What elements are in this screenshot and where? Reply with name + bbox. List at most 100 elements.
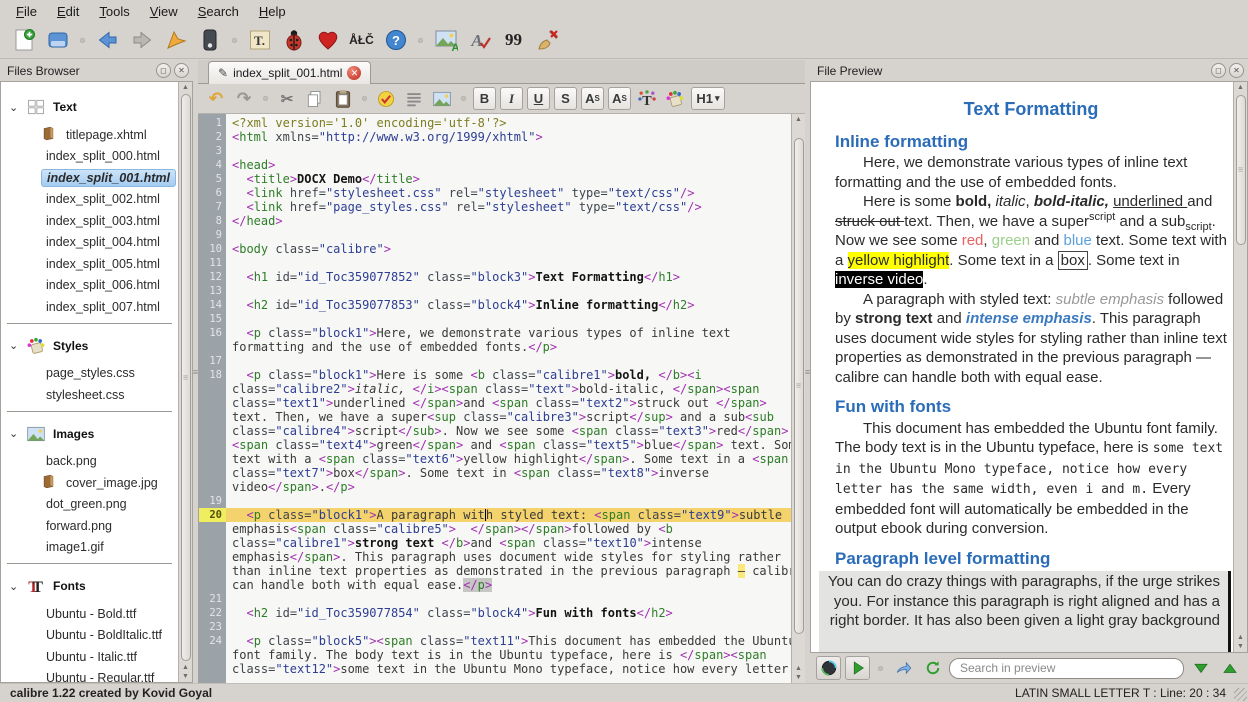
code-row[interactable]: 17 [199, 354, 791, 368]
auto-reload-icon[interactable] [816, 656, 841, 680]
redo-icon[interactable]: ↷ [231, 86, 257, 111]
code-line[interactable]: video</span>.</p> [226, 480, 791, 494]
code-row[interactable]: class="text1">underlined </span>and <spa… [199, 396, 791, 410]
file-item-index_split_006.html[interactable]: index_split_006.html [1, 275, 178, 297]
section-text[interactable]: ⌄Text [1, 90, 178, 124]
code-row[interactable]: <span class="text4">green</span> and <sp… [199, 438, 791, 452]
code-row[interactable]: 2<html xmlns="http://www.w3.org/1999/xht… [199, 130, 791, 144]
scroll-up-icon[interactable]: ▲ [1237, 83, 1244, 92]
smarten-punctuation-icon[interactable]: 99 [498, 25, 529, 56]
code-area[interactable]: 1<?xml version='1.0' encoding='utf-8'?>2… [199, 114, 791, 683]
section-styles[interactable]: ⌄Styles [1, 329, 178, 363]
menu-file[interactable]: File [6, 2, 47, 21]
find-previous-icon[interactable] [1217, 656, 1242, 680]
bold-button[interactable]: B [473, 87, 496, 110]
scroll-up-icon[interactable]: ▲ [1237, 633, 1244, 642]
code-line[interactable]: text. Then, we have a super<sup class="c… [226, 410, 791, 424]
code-line[interactable]: <h2 id="id_Toc359077854" class="block4">… [226, 606, 791, 620]
code-row[interactable]: text. Then, we have a super<sup class="c… [199, 410, 791, 424]
scroll-up-icon[interactable]: ▲ [795, 115, 802, 124]
code-line[interactable] [226, 256, 791, 270]
file-item-Ubuntu - BoldItalic.ttf[interactable]: Ubuntu - BoldItalic.ttf [1, 625, 178, 647]
code-line[interactable] [226, 620, 791, 634]
file-item-index_split_003.html[interactable]: index_split_003.html [1, 210, 178, 232]
code-line[interactable]: class="calibre1">strong text </b>and <sp… [226, 536, 791, 550]
files-scrollbar[interactable]: ▲ ▲ ▼ [178, 82, 192, 682]
code-row[interactable]: 11 [199, 256, 791, 270]
menu-search[interactable]: Search [188, 2, 249, 21]
code-row[interactable]: class="text12">some text in the Ubuntu M… [199, 662, 791, 676]
code-row[interactable]: 12 <h1 id="id_Toc359077852" class="block… [199, 270, 791, 284]
file-item-Ubuntu - Bold.ttf[interactable]: Ubuntu - Bold.ttf [1, 603, 178, 625]
tab-close-icon[interactable]: ✕ [347, 66, 361, 80]
code-line[interactable]: <link href="page_styles.css" rel="styles… [226, 200, 791, 214]
file-item-page_styles.css[interactable]: page_styles.css [1, 363, 178, 385]
code-row[interactable]: 7 <link href="page_styles.css" rel="styl… [199, 200, 791, 214]
heading-level-button[interactable]: H1▾ [691, 87, 725, 110]
code-line[interactable]: <p class="block5"><span class="text11">T… [226, 634, 791, 648]
code-line[interactable]: class="calibre2">italic, </i><span class… [226, 382, 791, 396]
code-line[interactable] [226, 494, 791, 508]
format-paragraph-icon[interactable] [401, 86, 427, 111]
code-line[interactable]: class="calibre4">script</sub>. Now we se… [226, 424, 791, 438]
close-panel-icon[interactable]: ✕ [1229, 63, 1244, 78]
code-row[interactable]: 21 [199, 592, 791, 606]
code-line[interactable]: class="text7">box</span>. Some text in <… [226, 466, 791, 480]
paste-icon[interactable] [330, 86, 356, 111]
code-line[interactable] [226, 144, 791, 158]
device-icon[interactable] [194, 25, 225, 56]
code-line[interactable]: <p class="block1">A paragraph with style… [226, 508, 791, 522]
superscript-button[interactable]: AS [608, 87, 631, 110]
view-image-icon[interactable]: A [430, 25, 461, 56]
code-line[interactable]: <?xml version='1.0' encoding='utf-8'?> [226, 116, 791, 130]
underline-button[interactable]: U [527, 87, 550, 110]
file-item-image1.gif[interactable]: image1.gif [1, 537, 178, 559]
file-item-back.png[interactable]: back.png [1, 451, 178, 473]
code-line[interactable]: class="text12">some text in the Ubuntu M… [226, 662, 791, 676]
scroll-thumb[interactable] [181, 94, 191, 661]
code-line[interactable]: can handle both with equal ease.</p> [226, 578, 791, 592]
menu-view[interactable]: View [140, 2, 188, 21]
file-item-forward.png[interactable]: forward.png [1, 515, 178, 537]
code-line[interactable]: class="text1">underlined </span>and <spa… [226, 396, 791, 410]
insert-image-icon[interactable] [429, 86, 455, 111]
code-row[interactable]: font family. The body text is in the Ubu… [199, 648, 791, 662]
code-line[interactable]: <p class="block1">Here, we demonstrate v… [226, 326, 791, 340]
code-line[interactable]: <h1 id="id_Toc359077852" class="block3">… [226, 270, 791, 284]
scroll-thumb[interactable] [794, 138, 804, 634]
code-line[interactable]: <body class="calibre"> [226, 242, 791, 256]
check-book-icon[interactable] [278, 25, 309, 56]
float-panel-icon[interactable]: ◻ [156, 63, 171, 78]
code-row[interactable]: 10<body class="calibre"> [199, 242, 791, 256]
code-row[interactable]: 19 [199, 494, 791, 508]
scroll-thumb[interactable] [1236, 95, 1246, 245]
code-line[interactable]: <p class="block1">Here is some <b class=… [226, 368, 791, 382]
scroll-down-icon[interactable]: ▼ [795, 673, 802, 682]
code-line[interactable] [226, 312, 791, 326]
code-row[interactable]: class="calibre4">script</sub>. Now we se… [199, 424, 791, 438]
file-item-cover_image.jpg[interactable]: cover_image.jpg [1, 472, 178, 494]
italic-button[interactable]: I [500, 87, 523, 110]
code-line[interactable] [226, 592, 791, 606]
jump-to-cursor-icon[interactable] [891, 656, 916, 680]
code-row[interactable]: class="text7">box</span>. Some text in <… [199, 466, 791, 480]
file-item-index_split_002.html[interactable]: index_split_002.html [1, 189, 178, 211]
resize-grip[interactable] [1234, 688, 1247, 701]
editor-tab[interactable]: ✎ index_split_001.html ✕ [208, 61, 371, 84]
code-row[interactable]: video</span>.</p> [199, 480, 791, 494]
scroll-down-icon[interactable]: ▼ [1237, 642, 1244, 651]
donate-heart-icon[interactable] [312, 25, 343, 56]
code-line[interactable]: <head> [226, 158, 791, 172]
close-panel-icon[interactable]: ✕ [174, 63, 189, 78]
code-line[interactable]: formatting and the use of embedded fonts… [226, 340, 791, 354]
code-line[interactable] [226, 228, 791, 242]
code-row[interactable]: 3 [199, 144, 791, 158]
cut-icon[interactable]: ✂ [274, 86, 300, 111]
code-row[interactable]: 22 <h2 id="id_Toc359077854" class="block… [199, 606, 791, 620]
remove-unused-css-icon[interactable] [532, 25, 563, 56]
code-line[interactable]: <title>DOCX Demo</title> [226, 172, 791, 186]
code-row[interactable]: 8</head> [199, 214, 791, 228]
bookmark-pin-icon[interactable] [160, 25, 191, 56]
code-line[interactable]: emphasis<span class="calibre5"> </span><… [226, 522, 791, 536]
code-row[interactable]: class="calibre1">strong text </b>and <sp… [199, 536, 791, 550]
